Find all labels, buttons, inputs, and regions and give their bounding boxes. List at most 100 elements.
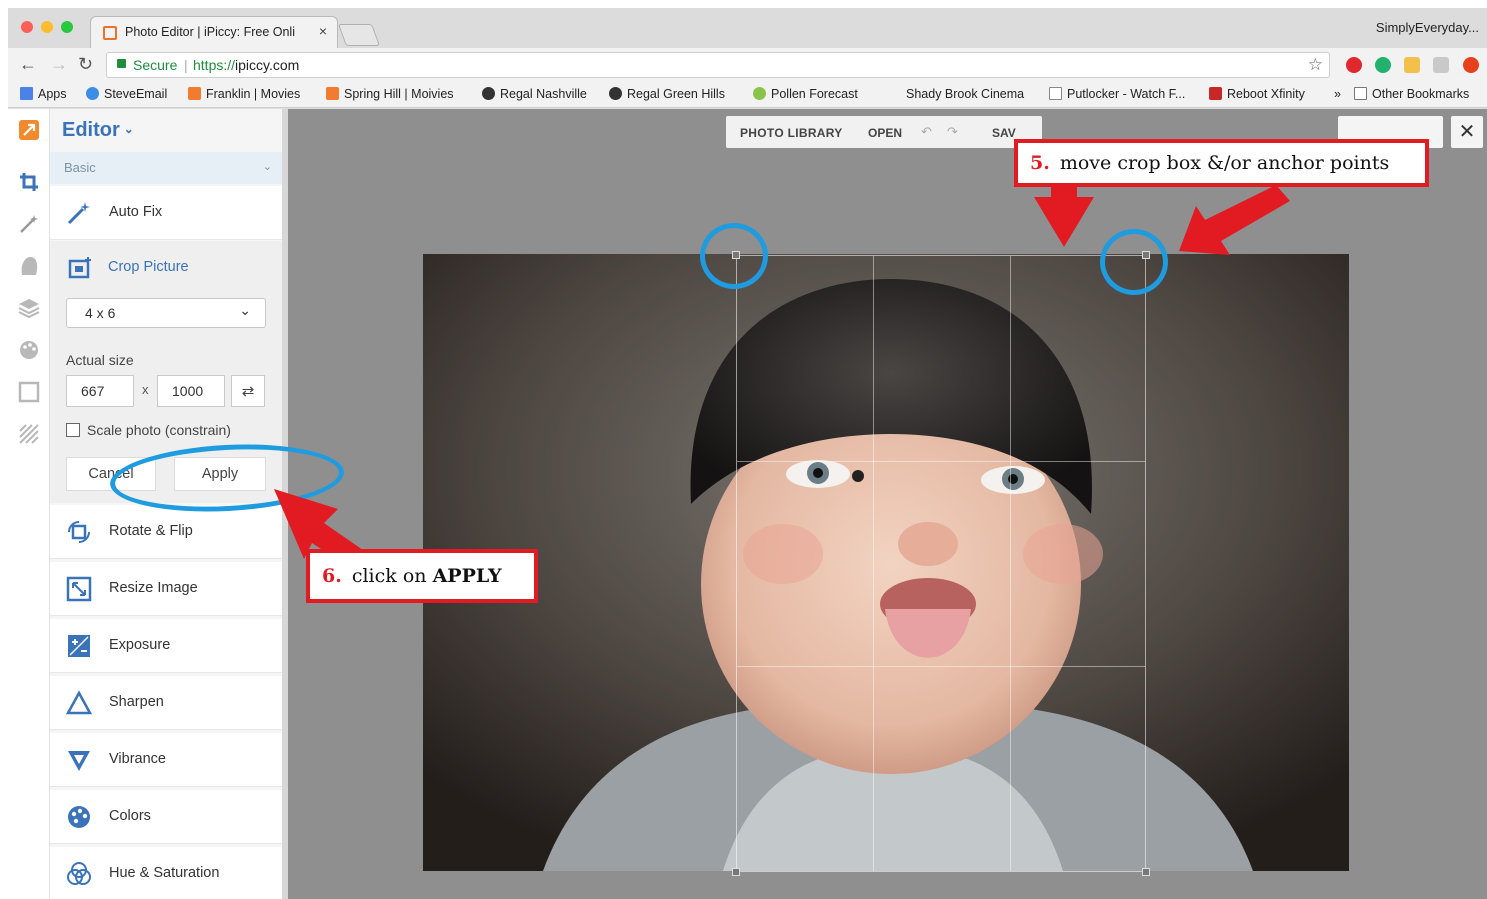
crop-ratio-select[interactable]: 4 x 6 ⌄ (66, 298, 266, 328)
bookmarks-bar: Apps SteveEmail Franklin | Movies Spring… (8, 82, 1487, 108)
annotation-circle-top-left-anchor (700, 223, 768, 289)
tab-close-icon[interactable]: × (319, 23, 327, 39)
bookmark-other[interactable]: Other Bookmarks (1354, 87, 1469, 101)
tool-label: Vibrance (109, 751, 166, 767)
ipiccy-favicon-icon (103, 26, 117, 40)
more-bookmarks-chevron[interactable]: » (1334, 87, 1341, 101)
bookmark-label: Pollen Forecast (771, 87, 858, 101)
ipiccy-logo-icon[interactable] (18, 119, 40, 141)
ipiccy-app: Editor ⌄ Basic ⌄ Auto Fix Crop Picture 4 x… (8, 109, 1487, 899)
step-number: 5. (1030, 152, 1050, 174)
bookmark-regal-green-hills[interactable]: Regal Green Hills (609, 87, 725, 101)
zoom-window-button[interactable] (61, 21, 73, 33)
back-arrow-icon[interactable]: ← (19, 54, 37, 75)
bookmark-steveemail[interactable]: SteveEmail (86, 87, 167, 101)
photo-library-button[interactable]: PHOTO LIBRARY (726, 116, 857, 148)
layers-icon[interactable] (18, 297, 40, 319)
crop-grid-line (873, 256, 874, 871)
editor-menu[interactable]: Editor ⌄ (62, 119, 134, 142)
tool-label: Sharpen (109, 694, 164, 710)
upload-extension-icon[interactable] (1463, 57, 1479, 73)
retouch-face-icon[interactable] (18, 255, 40, 277)
crop-box[interactable] (732, 251, 1150, 876)
bookmark-regal-nashville[interactable]: Regal Nashville (482, 87, 587, 101)
bookmark-label: Spring Hill | Moivies (344, 87, 454, 101)
tab-title: Photo Editor | iPiccy: Free Onli (125, 25, 295, 39)
xfinity-icon (1209, 87, 1222, 100)
callout-step-6: 6. click on APPLY (306, 549, 538, 603)
regal-icon (482, 87, 495, 100)
tool-label: Exposure (109, 637, 171, 653)
height-input[interactable]: 1000 (157, 375, 225, 407)
close-window-button[interactable] (21, 21, 33, 33)
step-number: 6. (322, 565, 342, 587)
grammarly-extension-icon[interactable] (1375, 57, 1391, 73)
tool-label: Rotate & Flip (109, 523, 193, 539)
close-editor-button[interactable]: ✕ (1451, 116, 1483, 148)
tool-resize-image[interactable]: Resize Image (50, 562, 282, 616)
bookmark-shady-brook[interactable]: Shady Brook Cinema (906, 87, 1024, 101)
frame-icon[interactable] (18, 381, 40, 403)
address-bar[interactable]: Secure | https://ipiccy.com ☆ (106, 52, 1330, 78)
tool-label: Auto Fix (109, 204, 163, 220)
basic-section-header[interactable]: Basic ⌄ (50, 152, 282, 184)
pinterest-extension-icon[interactable] (1346, 57, 1362, 73)
step-text: move crop box &/or anchor points (1059, 152, 1390, 174)
new-tab-button[interactable] (337, 24, 381, 46)
bookmark-putlocker[interactable]: Putlocker - Watch F... (1049, 87, 1185, 101)
crop-picture-label[interactable]: Crop Picture (108, 259, 189, 275)
open-button[interactable]: OPEN (868, 126, 902, 140)
lock-icon (117, 59, 126, 68)
tool-hue-saturation[interactable]: Hue & Saturation (50, 847, 282, 899)
bookmark-label: Other Bookmarks (1372, 87, 1470, 101)
url-text: https://ipiccy.com (193, 57, 299, 73)
texture-icon[interactable] (18, 423, 40, 445)
redo-icon[interactable]: ↷ (947, 124, 958, 140)
tool-exposure[interactable]: Exposure (50, 619, 282, 673)
tool-vibrance[interactable]: Vibrance (50, 733, 282, 787)
save-button[interactable]: SAV (992, 126, 1016, 140)
undo-icon[interactable]: ↶ (921, 124, 932, 140)
magic-wand-icon[interactable] (18, 213, 40, 235)
step-text: click on (351, 565, 427, 587)
profile-name[interactable]: SimplyEveryday... (1376, 20, 1479, 35)
tool-colors[interactable]: Colors (50, 790, 282, 844)
bookmark-label: Franklin | Movies (206, 87, 301, 101)
crop-tool-icon[interactable] (18, 171, 40, 193)
forward-arrow-icon[interactable]: → (50, 54, 68, 75)
chevron-down-icon: ⌄ (262, 161, 272, 173)
tool-auto-fix[interactable]: Auto Fix (50, 186, 282, 240)
bookmark-franklin-movies[interactable]: Franklin | Movies (188, 87, 300, 101)
crop-handle-bottom-right[interactable] (1142, 868, 1150, 876)
regal-icon (609, 87, 622, 100)
minimize-window-button[interactable] (41, 21, 53, 33)
bookmark-pollen-forecast[interactable]: Pollen Forecast (753, 87, 858, 101)
bookmark-label: SteveEmail (104, 87, 168, 101)
width-input[interactable]: 667 (66, 375, 134, 407)
palette-icon[interactable] (18, 339, 40, 361)
tool-rotate-flip[interactable]: Rotate & Flip (50, 505, 282, 559)
bookmark-reboot-xfinity[interactable]: Reboot Xfinity (1209, 87, 1305, 101)
swap-dimensions-button[interactable]: ⇄ (231, 375, 265, 407)
tool-sharpen[interactable]: Sharpen (50, 676, 282, 730)
swap-icon: ⇄ (241, 383, 255, 400)
browser-tab[interactable]: Photo Editor | iPiccy: Free Onli × (90, 16, 338, 48)
bookmark-label: Shady Brook Cinema (906, 87, 1025, 101)
gray-extension-icon[interactable] (1433, 57, 1449, 73)
bookmark-apps[interactable]: Apps (20, 87, 67, 101)
bookmark-star-icon[interactable]: ☆ (1308, 55, 1323, 75)
reload-icon[interactable]: ↻ (78, 54, 93, 75)
bookmark-label: Putlocker - Watch F... (1067, 87, 1186, 101)
bookmark-label: Reboot Xfinity (1227, 87, 1305, 101)
tool-strip (8, 109, 50, 899)
url-host: ipiccy.com (235, 57, 300, 73)
bookmark-spring-hill[interactable]: Spring Hill | Moivies (326, 87, 454, 101)
pen-extension-icon[interactable] (1404, 57, 1420, 73)
folder-icon (1354, 87, 1367, 100)
tool-label: Resize Image (109, 580, 198, 596)
fandango-icon (188, 87, 201, 100)
scale-photo-checkbox[interactable]: Scale photo (constrain) (66, 422, 231, 438)
palette-icon (68, 806, 90, 828)
crop-handle-bottom-left[interactable] (732, 868, 740, 876)
scale-photo-label: Scale photo (constrain) (87, 422, 231, 438)
